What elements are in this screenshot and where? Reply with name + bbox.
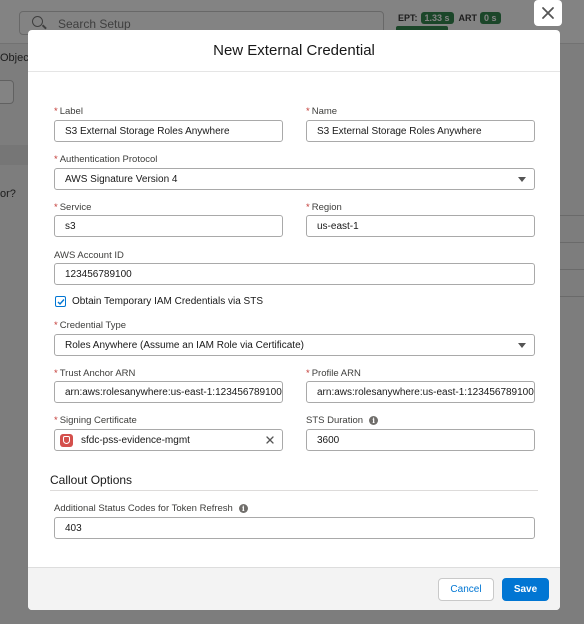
sts-duration-input[interactable]: 3600 [306, 429, 535, 451]
trust-anchor-input[interactable]: arn:aws:rolesanywhere:us-east-1:12345678… [54, 381, 283, 403]
cancel-button[interactable]: Cancel [438, 578, 494, 601]
name-field-label: * Name [306, 106, 338, 117]
status-codes-input[interactable]: 403 [54, 517, 535, 539]
status-codes-label: Additional Status Codes for Token Refres… [54, 503, 248, 514]
remove-icon[interactable] [265, 435, 275, 445]
sts-checkbox-label[interactable]: Obtain Temporary IAM Credentials via STS [72, 296, 263, 307]
credential-type-label: * Credential Type [54, 320, 127, 331]
auth-protocol-select[interactable]: AWS Signature Version 4 [54, 168, 535, 190]
signing-cert-pill[interactable]: sfdc-pss-evidence-mgmt [54, 429, 283, 451]
service-label: * Service [54, 202, 92, 213]
profile-arn-label: * Profile ARN [306, 368, 361, 379]
signing-cert-label: * Signing Certificate [54, 415, 137, 426]
trust-anchor-label: * Trust Anchor ARN [54, 368, 136, 379]
chevron-down-icon [518, 343, 526, 348]
name-input[interactable]: S3 External Storage Roles Anywhere [306, 120, 535, 142]
account-id-input[interactable]: 123456789100 [54, 263, 535, 285]
profile-arn-input[interactable]: arn:aws:rolesanywhere:us-east-1:12345678… [306, 381, 535, 403]
service-input[interactable]: s3 [54, 215, 283, 237]
modal-title: New External Credential [28, 30, 560, 72]
region-label: * Region [306, 202, 342, 213]
chevron-down-icon [518, 177, 526, 182]
info-icon[interactable]: i [369, 416, 379, 425]
modal-footer: Cancel Save [28, 567, 560, 610]
auth-protocol-label: * Authentication Protocol [54, 154, 158, 165]
modal-body: * Label S3 External Storage Roles Anywher… [28, 72, 560, 567]
new-external-credential-modal: New External Credential * Label S3 Extern… [28, 30, 560, 610]
certificate-icon [60, 434, 73, 447]
checkmark-icon [57, 299, 65, 306]
info-icon[interactable]: i [238, 504, 248, 513]
region-input[interactable]: us-east-1 [306, 215, 535, 237]
sts-checkbox[interactable] [55, 296, 66, 307]
close-modal-button[interactable] [534, 0, 562, 26]
label-field-label: * Label [54, 106, 83, 117]
callout-options-heading: Callout Options [50, 473, 133, 487]
account-id-label: AWS Account ID [54, 250, 124, 261]
close-icon [542, 7, 554, 19]
section-divider [50, 490, 538, 491]
sts-duration-label: STS Duration i [306, 415, 379, 426]
credential-type-select[interactable]: Roles Anywhere (Assume an IAM Role via C… [54, 334, 535, 356]
save-button[interactable]: Save [502, 578, 549, 601]
label-input[interactable]: S3 External Storage Roles Anywhere [54, 120, 283, 142]
